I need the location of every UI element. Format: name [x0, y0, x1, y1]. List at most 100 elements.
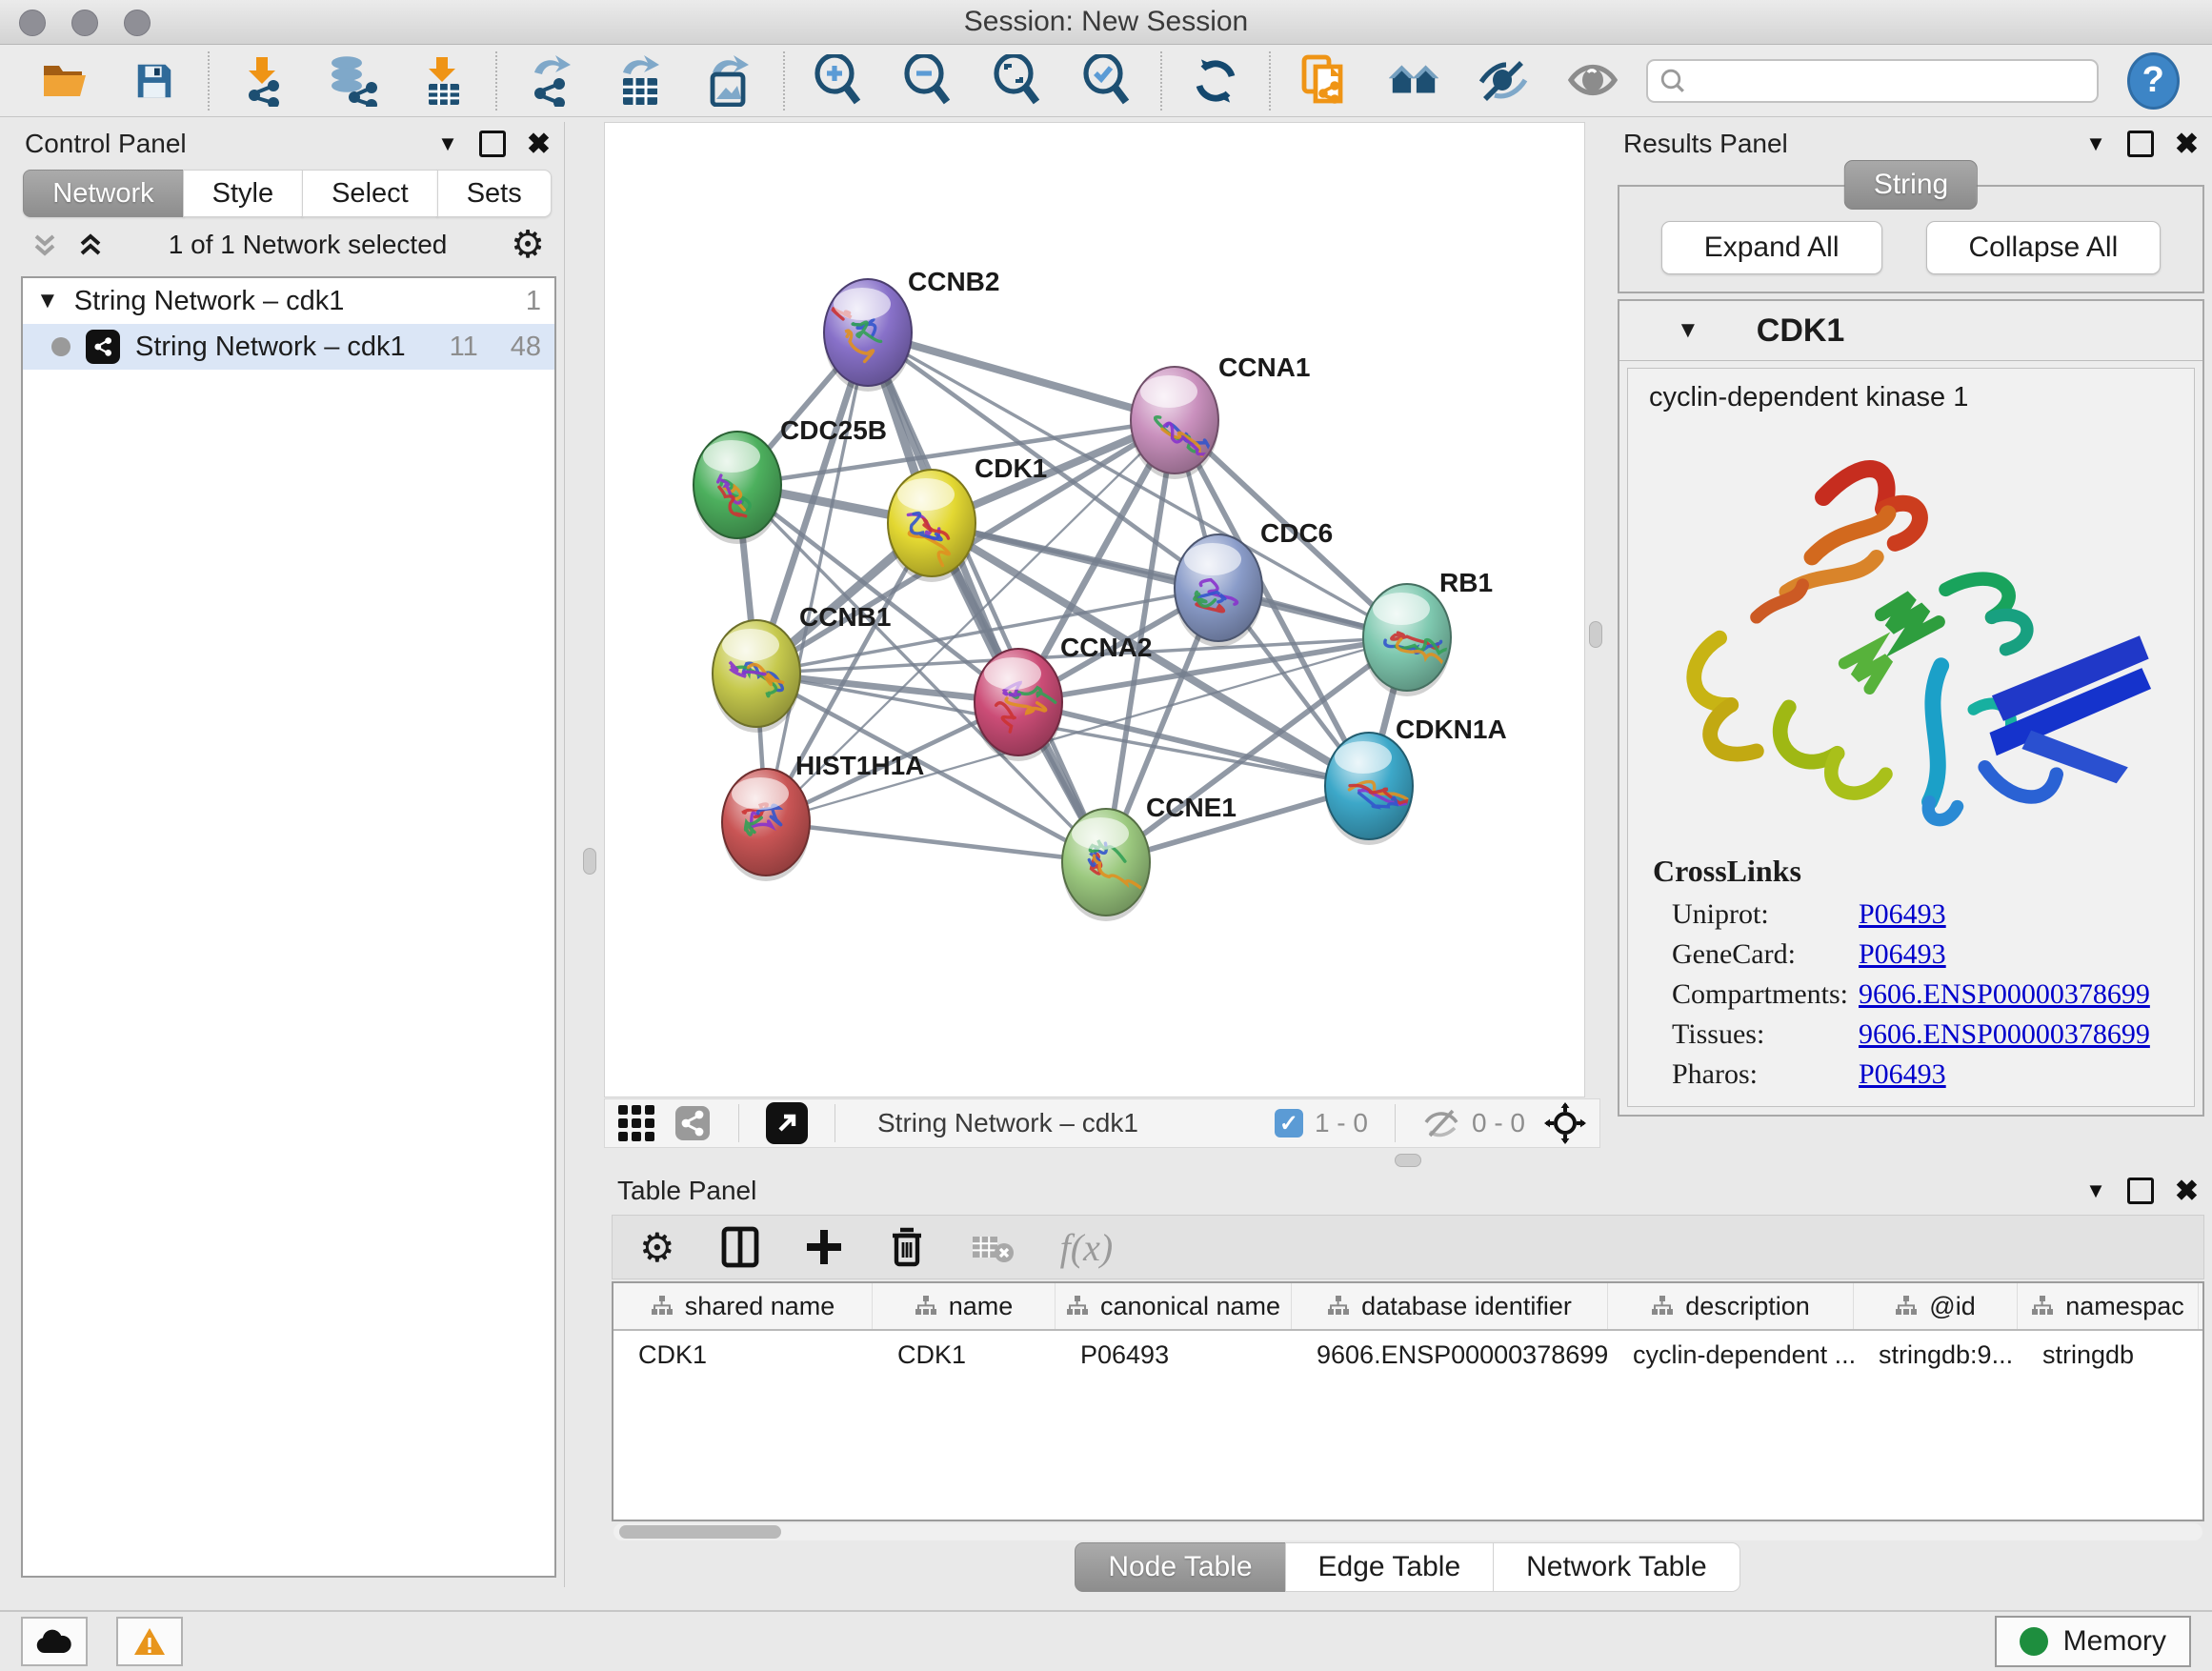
column-header[interactable]: database identifier	[1292, 1283, 1608, 1329]
table-cell[interactable]: cyclin-dependent ...	[1608, 1340, 1854, 1370]
zoom-selected-icon[interactable]	[1080, 54, 1134, 108]
close-window-button[interactable]	[19, 10, 46, 36]
column-header[interactable]: namespac	[2018, 1283, 2199, 1329]
panel-menu-icon[interactable]: ▼	[2085, 131, 2106, 156]
crosslink-link[interactable]: 9606.ENSP00000378699	[1859, 1018, 2150, 1051]
panel-float-icon[interactable]	[2127, 1178, 2154, 1204]
network-canvas[interactable]: CCNB2CCNA1CDC25BCDK1CDC6RB1CCNB1CCNA2CDK…	[604, 122, 1585, 1097]
table-cell[interactable]: CDK1	[873, 1340, 1056, 1370]
zoom-window-button[interactable]	[124, 10, 151, 36]
column-header[interactable]: shared name	[613, 1283, 873, 1329]
help-button[interactable]: ?	[2127, 52, 2180, 110]
minimize-window-button[interactable]	[71, 10, 98, 36]
window-controls[interactable]	[19, 10, 151, 36]
expand-all-networks-icon[interactable]	[76, 231, 105, 259]
tab-sets[interactable]: Sets	[437, 170, 552, 217]
crosslink-link[interactable]: P06493	[1859, 938, 1946, 971]
crosslink-link[interactable]: 9606.ENSP00000378699	[1859, 978, 2150, 1011]
tab-string[interactable]: String	[1844, 160, 1978, 210]
vertical-splitter-handle[interactable]	[1589, 621, 1602, 648]
horizontal-splitter-handle[interactable]	[1395, 1154, 1421, 1167]
network-status-dot	[51, 337, 70, 356]
crosslink-link[interactable]: P06493	[1859, 898, 1946, 931]
table-cell[interactable]: CDK1	[613, 1340, 873, 1370]
network-edge[interactable]	[766, 822, 1106, 862]
tab-edge-table[interactable]: Edge Table	[1285, 1542, 1495, 1592]
import-table-file-icon[interactable]	[415, 54, 469, 108]
column-header[interactable]: name	[873, 1283, 1056, 1329]
network-node[interactable]: CCNE1	[1062, 793, 1237, 921]
table-cell[interactable]: stringdb:9...	[1854, 1340, 2018, 1370]
panel-close-icon[interactable]: ✖	[2175, 128, 2199, 161]
column-header[interactable]: @id	[1854, 1283, 2018, 1329]
create-column-plus-icon[interactable]	[805, 1228, 843, 1266]
node-table[interactable]: shared namenamecanonical namedatabase id…	[612, 1281, 2204, 1521]
panel-menu-icon[interactable]: ▼	[2085, 1178, 2106, 1203]
panel-close-icon[interactable]: ✖	[2175, 1175, 2199, 1208]
network-node[interactable]: CDKN1A	[1325, 715, 1507, 845]
vertical-splitter-handle[interactable]	[583, 848, 596, 875]
cloud-status-button[interactable]	[21, 1617, 88, 1666]
network-edge[interactable]	[766, 332, 868, 822]
import-network-database-icon[interactable]	[326, 54, 379, 108]
table-row[interactable]: CDK1CDK1P064939606.ENSP00000378699cyclin…	[613, 1331, 2202, 1379]
hide-selected-icon[interactable]	[1477, 54, 1530, 108]
network-node[interactable]: RB1	[1363, 568, 1493, 696]
save-session-icon[interactable]	[128, 54, 181, 108]
crosslink-link[interactable]: P06493	[1859, 1058, 1946, 1091]
show-all-icon[interactable]	[1566, 54, 1619, 108]
column-header[interactable]: canonical name	[1056, 1283, 1292, 1329]
panel-close-icon[interactable]: ✖	[527, 128, 551, 161]
tab-network[interactable]: Network	[23, 170, 183, 217]
network-collection-row[interactable]: ▼ String Network – cdk1 1	[23, 278, 554, 324]
table-cell[interactable]: 9606.ENSP00000378699	[1292, 1340, 1608, 1370]
clone-network-icon[interactable]	[1297, 54, 1351, 108]
open-session-icon[interactable]	[38, 54, 91, 108]
zoom-in-icon[interactable]	[812, 54, 865, 108]
tab-select[interactable]: Select	[302, 170, 438, 217]
export-table-icon[interactable]	[613, 54, 667, 108]
tab-style[interactable]: Style	[183, 170, 303, 217]
table-settings-gear-icon[interactable]: ⚙	[639, 1224, 675, 1271]
tab-network-table[interactable]: Network Table	[1493, 1542, 1740, 1592]
detach-view-icon[interactable]	[766, 1102, 808, 1144]
control-panel: Control Panel ▼ ✖ Network Style Select S…	[11, 122, 565, 1587]
view-share-icon[interactable]	[674, 1104, 712, 1142]
refresh-icon[interactable]	[1189, 54, 1242, 108]
show-columns-icon[interactable]	[721, 1226, 759, 1268]
table-horizontal-scrollbar[interactable]	[613, 1523, 2202, 1540]
network-options-gear-icon[interactable]: ⚙	[511, 226, 545, 264]
gene-card-collapse-icon[interactable]: ▼	[1677, 317, 1699, 344]
export-image-icon[interactable]	[703, 54, 756, 108]
zoom-fit-icon[interactable]	[991, 54, 1044, 108]
table-cell[interactable]: P06493	[1056, 1340, 1292, 1370]
import-network-file-icon[interactable]	[236, 54, 290, 108]
network-node[interactable]: HIST1H1A	[722, 751, 924, 881]
collapse-all-networks-icon[interactable]	[30, 231, 59, 259]
network-row[interactable]: String Network – cdk1 11 48	[23, 324, 554, 370]
network-edge[interactable]	[868, 332, 1175, 420]
column-header[interactable]: description	[1608, 1283, 1854, 1329]
toolbar-search[interactable]	[1646, 59, 2099, 103]
birdseye-navigator-icon[interactable]	[1544, 1102, 1586, 1144]
collection-expand-icon[interactable]: ▼	[36, 288, 59, 314]
collapse-all-button[interactable]: Collapse All	[1926, 221, 2162, 274]
panel-float-icon[interactable]	[2127, 131, 2154, 157]
first-neighbors-icon[interactable]	[1387, 54, 1440, 108]
expand-all-button[interactable]: Expand All	[1661, 221, 1882, 274]
tab-node-table[interactable]: Node Table	[1075, 1542, 1285, 1592]
memory-button[interactable]: Memory	[1995, 1616, 2191, 1667]
selected-checkbox-icon[interactable]: ✓	[1275, 1109, 1303, 1137]
scrollbar-thumb[interactable]	[619, 1525, 781, 1539]
delete-column-trash-icon[interactable]	[889, 1226, 925, 1268]
export-network-icon[interactable]	[524, 54, 577, 108]
zoom-out-icon[interactable]	[901, 54, 955, 108]
warning-status-button[interactable]	[116, 1617, 183, 1666]
table-cell[interactable]: stringdb	[2018, 1340, 2199, 1370]
panel-menu-icon[interactable]: ▼	[437, 131, 458, 156]
network-node[interactable]: CCNB2	[824, 267, 999, 392]
panel-float-icon[interactable]	[479, 131, 506, 157]
search-input[interactable]	[1696, 65, 2085, 96]
show-grid-icon[interactable]	[618, 1105, 654, 1141]
node-label: RB1	[1439, 568, 1493, 597]
